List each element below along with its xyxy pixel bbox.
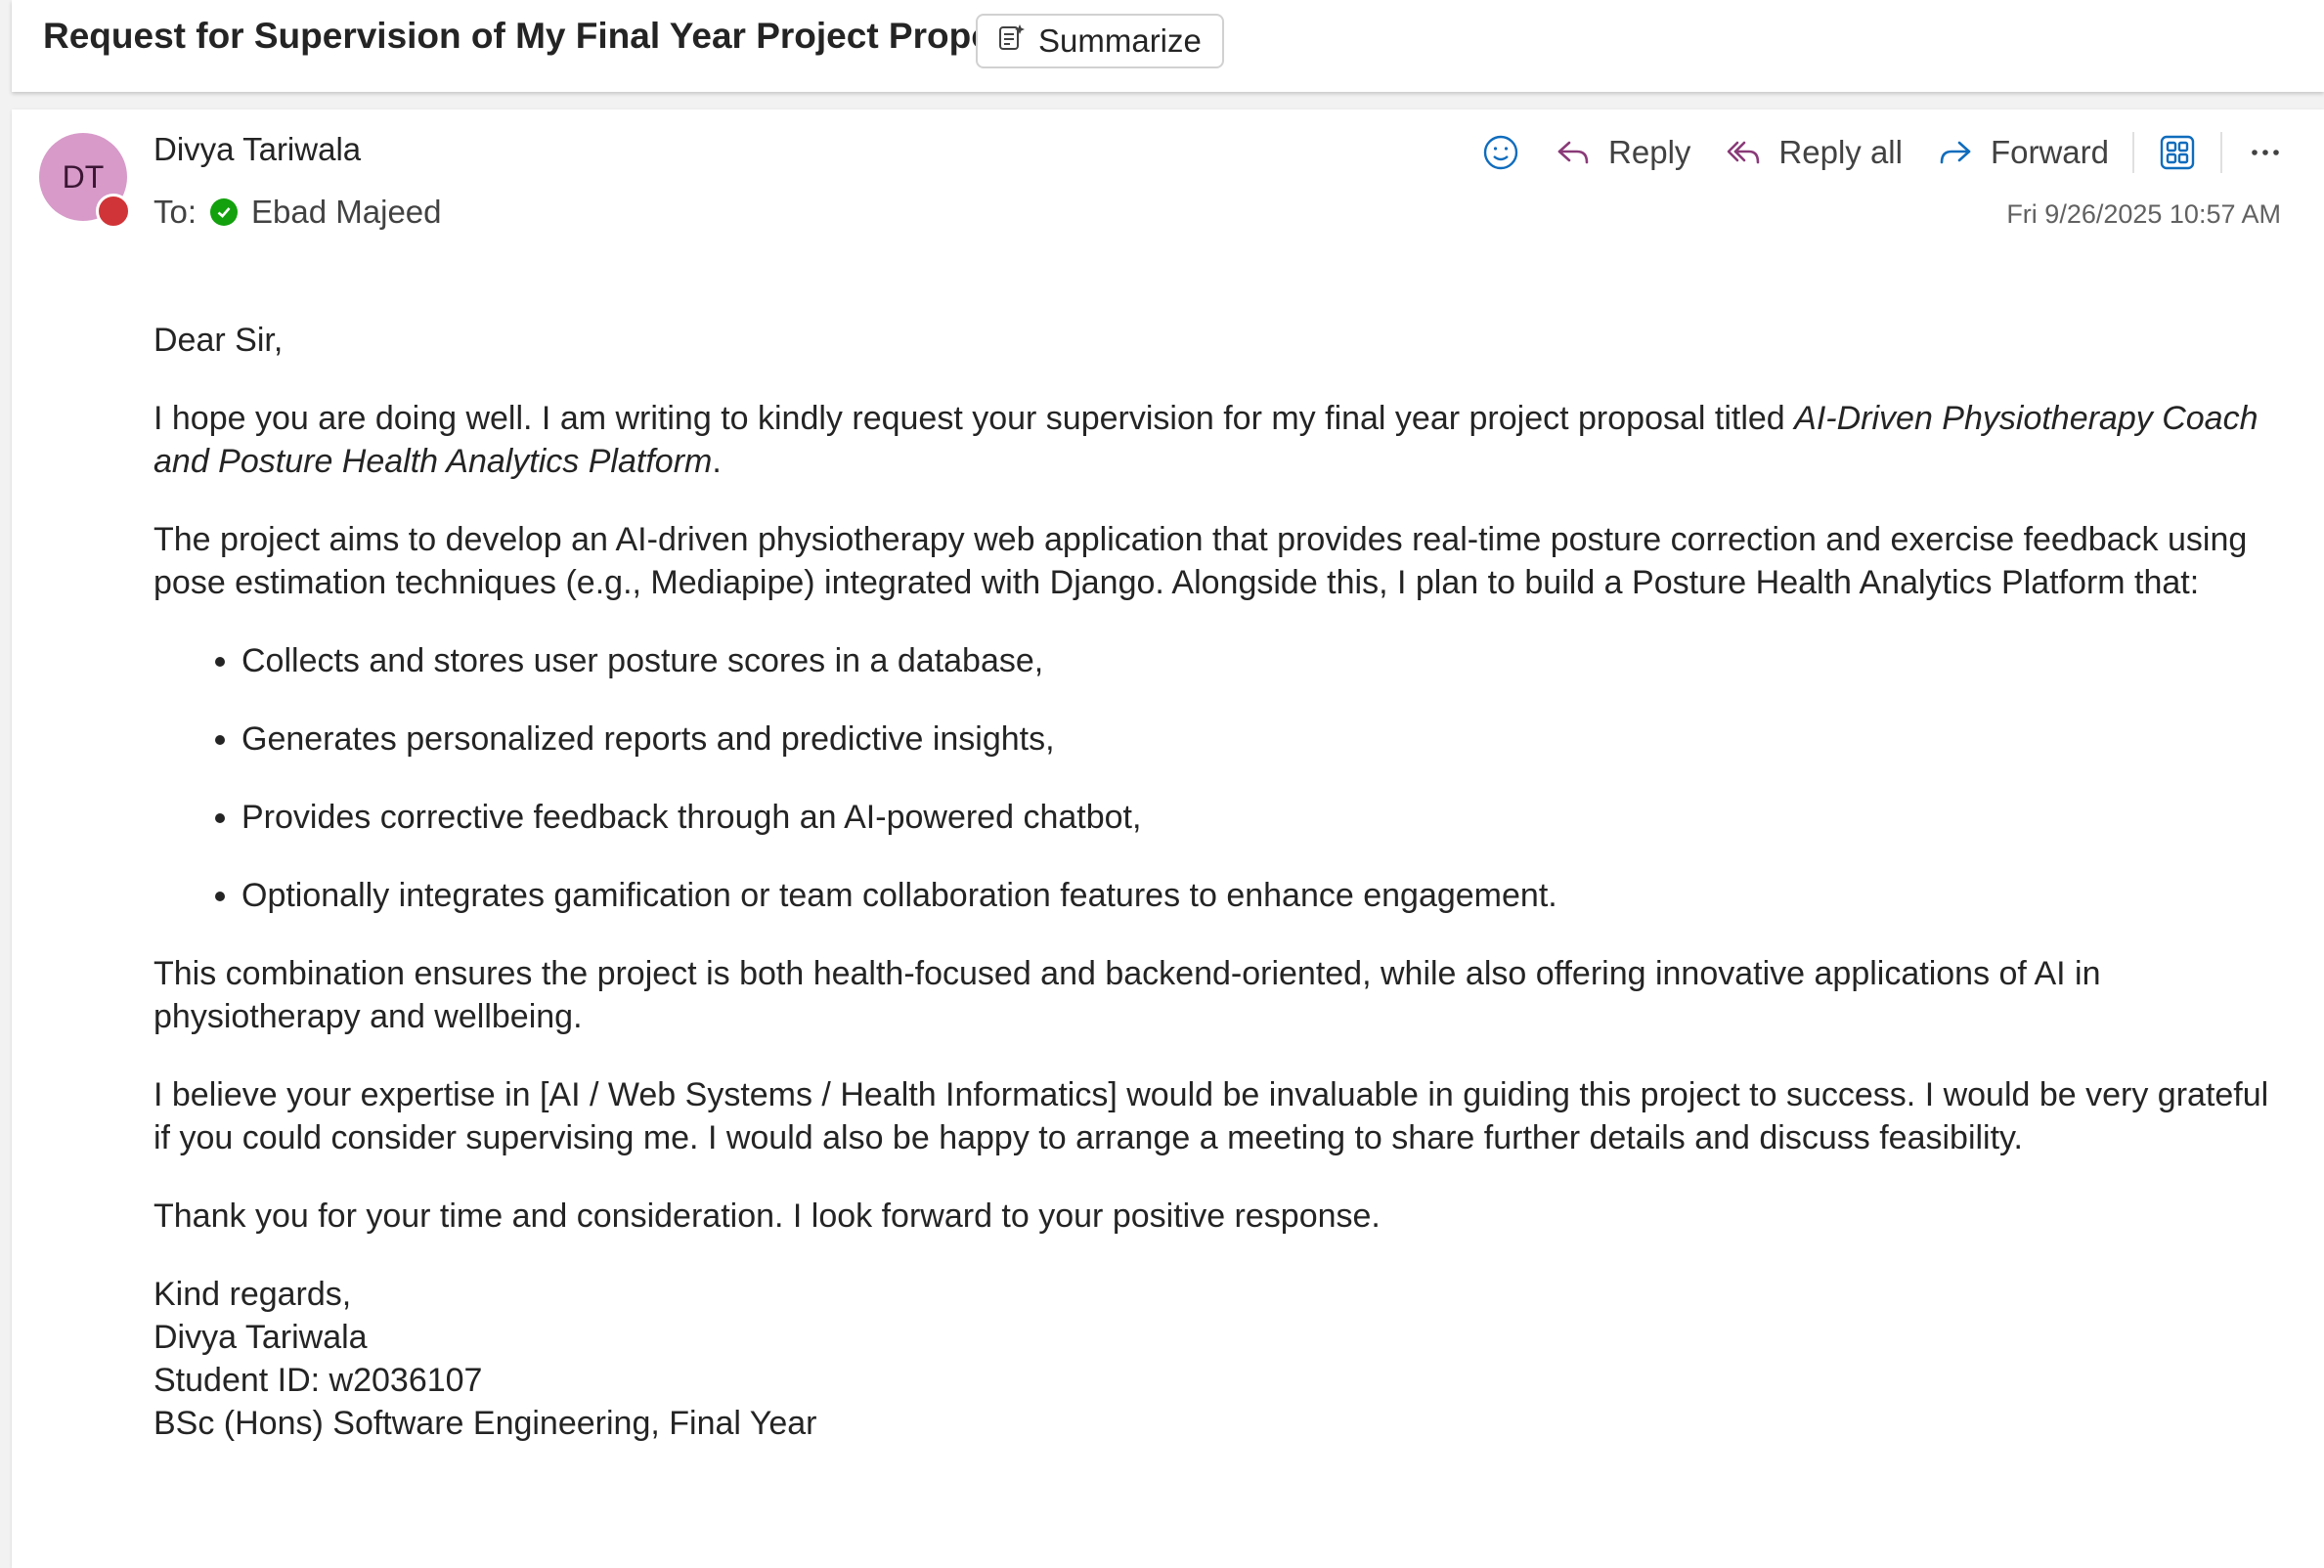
- body-paragraph: This combination ensures the project is …: [153, 955, 2101, 1035]
- signature-line: Divya Tariwala: [153, 1319, 368, 1356]
- forward-label: Forward: [1990, 134, 2109, 170]
- emoji-reaction-button[interactable]: [1481, 133, 1520, 172]
- list-item: Collects and stores user posture scores …: [241, 639, 2285, 682]
- more-actions-button[interactable]: [2246, 133, 2285, 172]
- list-item: Provides corrective feedback through an …: [241, 796, 2285, 839]
- smiley-icon: [1483, 135, 1518, 170]
- reply-all-icon: [1728, 141, 1760, 164]
- body-paragraph: The project aims to develop an AI-driven…: [153, 521, 2248, 601]
- apps-icon: [2160, 135, 2195, 170]
- email-subject: Request for Supervision of My Final Year…: [43, 16, 1044, 56]
- feature-list: Collects and stores user posture scores …: [153, 639, 2285, 917]
- body-paragraph: I believe your expertise in [AI / Web Sy…: [153, 1076, 2269, 1156]
- summarize-button[interactable]: Summarize: [976, 14, 1224, 68]
- message-actions: Reply Reply all Forward: [1458, 123, 2285, 182]
- greeting: Dear Sir,: [153, 322, 284, 359]
- recipient-line: To: Ebad Majeed: [153, 194, 442, 231]
- avatar-initials: DT: [62, 158, 105, 195]
- signature-line: BSc (Hons) Software Engineering, Final Y…: [153, 1405, 817, 1442]
- body-paragraph: Thank you for your time and consideratio…: [153, 1198, 1381, 1235]
- message-body: Dear Sir, I hope you are doing well. I a…: [153, 319, 2285, 1445]
- message-timestamp: Fri 9/26/2025 10:57 AM: [2006, 199, 2281, 229]
- sender-name[interactable]: Divya Tariwala: [153, 131, 361, 168]
- summarize-icon: [995, 22, 1027, 61]
- reply-all-button[interactable]: Reply all: [1724, 133, 1903, 172]
- paragraph-end: .: [712, 443, 722, 480]
- list-item: Generates personalized reports and predi…: [241, 718, 2285, 761]
- reply-label: Reply: [1608, 134, 1691, 170]
- reply-all-label: Reply all: [1778, 134, 1903, 170]
- list-item: Optionally integrates gamification or te…: [241, 874, 2285, 917]
- available-check-icon: [210, 198, 239, 226]
- summarize-label: Summarize: [1038, 22, 1202, 59]
- forward-button[interactable]: Forward: [1936, 133, 2109, 172]
- forward-icon: [1940, 141, 1971, 164]
- presence-busy-icon: [96, 194, 131, 229]
- more-icon: [2252, 150, 2279, 155]
- signature: Kind regards, Divya Tariwala Student ID:…: [153, 1273, 2285, 1445]
- reply-icon: [1557, 141, 1589, 164]
- toolbar-divider: [2132, 132, 2134, 173]
- paragraph-text: I hope you are doing well. I am writing …: [153, 400, 1795, 437]
- toolbar-divider: [2220, 132, 2222, 173]
- signature-line: Kind regards,: [153, 1276, 352, 1313]
- to-label: To:: [153, 194, 197, 230]
- message-pane: DT Divya Tariwala To: Ebad Majeed Reply: [12, 109, 2324, 1568]
- reply-button[interactable]: Reply: [1554, 133, 1690, 172]
- body-paragraph: I hope you are doing well. I am writing …: [153, 397, 2285, 483]
- signature-line: Student ID: w2036107: [153, 1362, 483, 1399]
- recipient-name[interactable]: Ebad Majeed: [251, 194, 441, 231]
- subject-bar: Request for Supervision of My Final Year…: [12, 0, 2324, 92]
- apps-button[interactable]: [2158, 133, 2197, 172]
